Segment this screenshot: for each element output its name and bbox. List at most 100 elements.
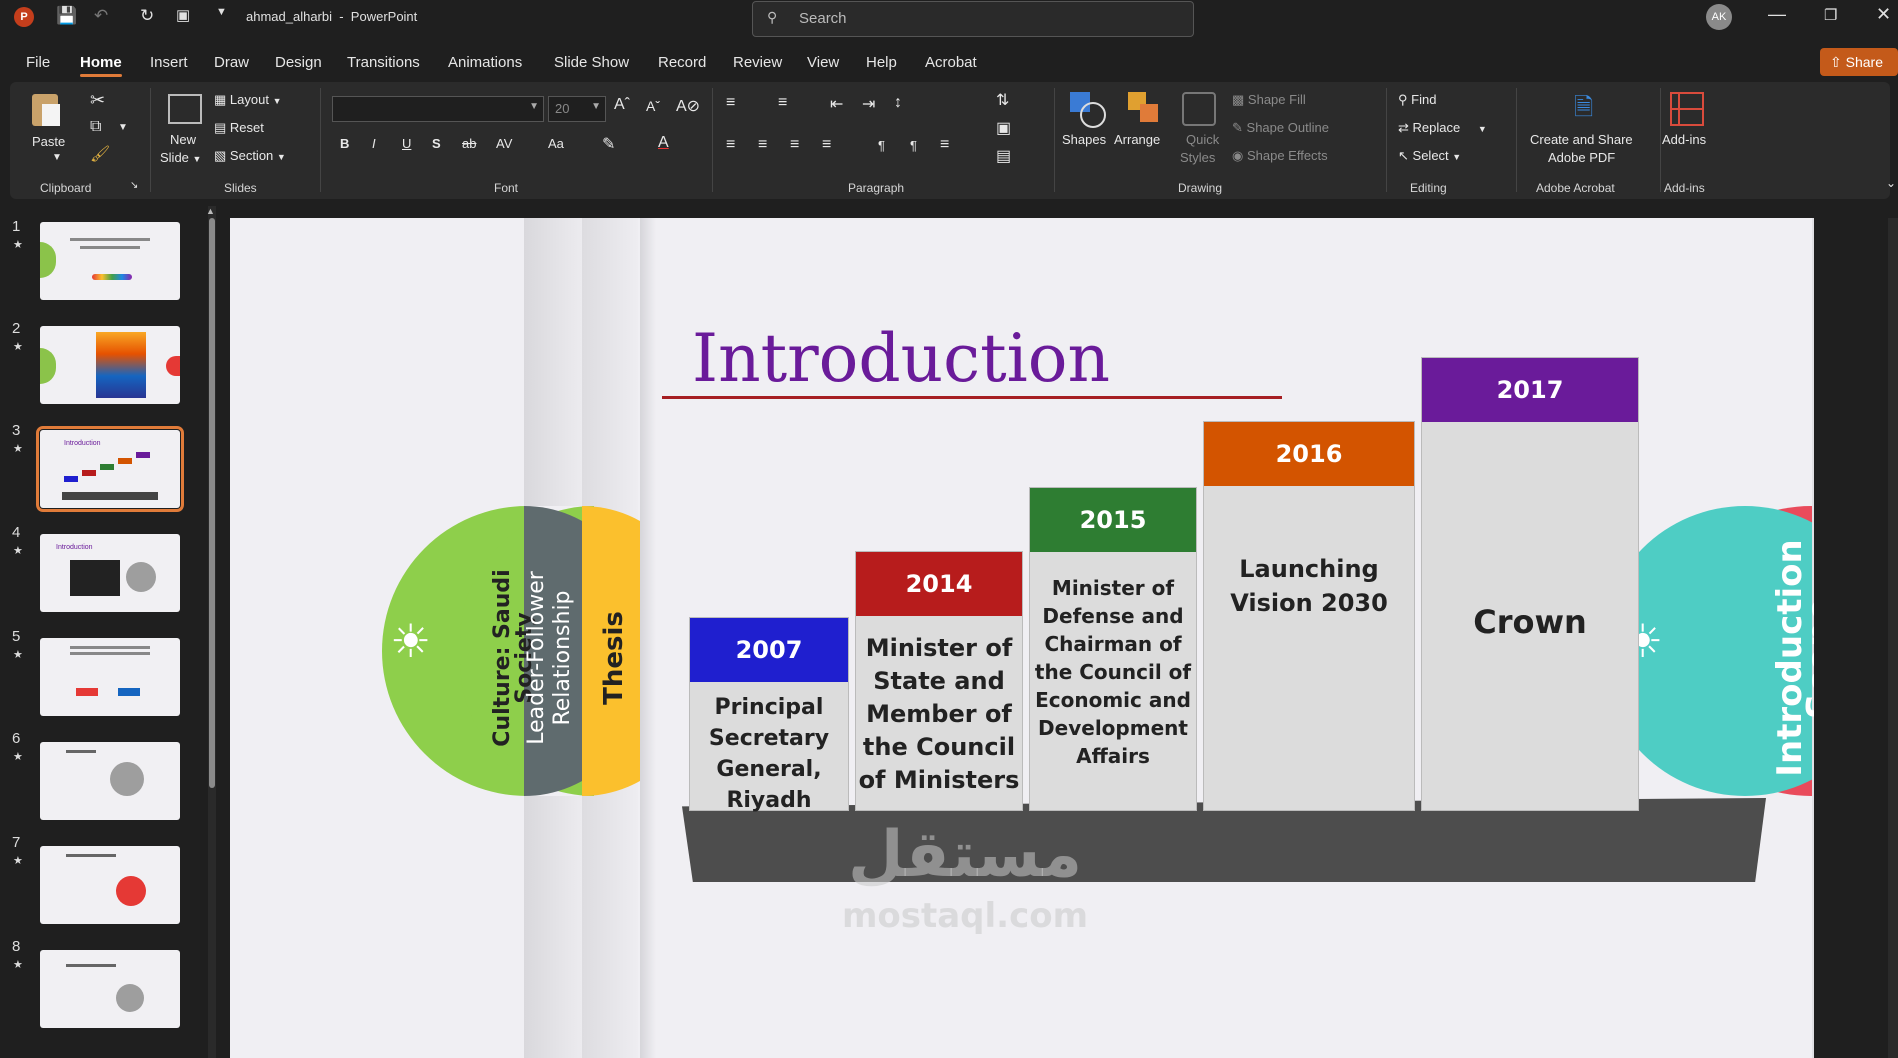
shape-outline-button[interactable]: ✎ Shape Outline [1232, 120, 1329, 136]
line-spacing-icon[interactable]: ↕ [894, 94, 902, 112]
tab-draw[interactable]: Draw [214, 54, 249, 71]
section-button[interactable]: ▧ Section ▼ [214, 148, 286, 164]
reset-button[interactable]: ▤ Reset [214, 120, 264, 136]
ltr-icon[interactable]: ¶ [878, 138, 885, 153]
present-icon[interactable]: ▣ [176, 6, 190, 24]
arrange-button[interactable] [1126, 90, 1164, 128]
select-button[interactable]: ↖ Select ▼ [1398, 148, 1461, 164]
create-pdf-label[interactable]: Create and Share [1530, 132, 1633, 147]
tab-slide-show[interactable]: Slide Show [554, 54, 629, 71]
quick-styles-button[interactable] [1180, 90, 1218, 128]
font-size-box[interactable]: 20 ▼ [548, 96, 606, 122]
smartart-icon[interactable]: ▤ [996, 146, 1011, 166]
slide-thumbnail-4[interactable]: Introduction [40, 534, 180, 612]
char-spacing-icon[interactable]: AV [496, 136, 512, 151]
close-icon[interactable]: ✕ [1876, 4, 1891, 25]
copy-icon[interactable]: ⧉ [90, 118, 101, 136]
align-right-icon[interactable]: ≡ [790, 136, 799, 154]
search-box[interactable]: ⚲ Search [752, 1, 1194, 37]
create-pdf-label-2[interactable]: Adobe PDF [1548, 150, 1615, 165]
bold-icon[interactable]: B [340, 136, 349, 151]
group-add-ins: Add-ins [1664, 181, 1705, 195]
font-name-box[interactable]: ▼ [332, 96, 544, 122]
underline-icon[interactable]: U [402, 136, 411, 151]
slide-thumbnail-8[interactable] [40, 950, 180, 1028]
rtl-icon[interactable]: ¶ [910, 138, 917, 153]
find-button[interactable]: ⚲ Find [1398, 92, 1436, 108]
editor-scrollbar[interactable] [1888, 218, 1898, 1058]
step-2017[interactable]: 2017 Crown [1422, 358, 1638, 810]
new-slide-button[interactable] [164, 88, 204, 128]
clear-formatting-icon[interactable]: A⊘ [676, 96, 700, 116]
slide-thumbnail-1[interactable] [40, 222, 180, 300]
tab-file[interactable]: File [26, 54, 50, 71]
tab-home[interactable]: Home [80, 54, 122, 77]
copy-dropdown-icon[interactable]: ▼ [118, 122, 128, 133]
increase-font-icon[interactable]: Aˆ [614, 96, 630, 114]
tab-view[interactable]: View [807, 54, 839, 71]
save-icon[interactable]: 💾 [56, 6, 77, 26]
collapse-ribbon-icon[interactable]: ⌄ [1886, 176, 1896, 190]
step-2014[interactable]: 2014 Minister of State and Member of the… [856, 552, 1022, 810]
adobe-pdf-icon[interactable]: 🗎 [1574, 90, 1593, 131]
slide-thumbnail-3[interactable]: Introduction [36, 426, 184, 512]
decrease-font-icon[interactable]: Aˇ [646, 98, 660, 114]
slide-canvas[interactable]: ☀ Culture: Saudi Society Leader-Follower… [230, 218, 1820, 1058]
slide-thumbnail-6[interactable] [40, 742, 180, 820]
step-2007[interactable]: 2007 Principal Secretary General, Riyadh [690, 618, 848, 813]
shapes-button[interactable] [1068, 90, 1106, 128]
italic-icon[interactable]: I [372, 136, 376, 151]
justify-icon[interactable]: ≡ [822, 136, 831, 154]
highlighter-icon[interactable]: ✎ [602, 134, 615, 154]
restore-icon[interactable]: ❐ [1824, 6, 1837, 24]
paste-dropdown-icon[interactable]: ▼ [52, 152, 62, 163]
tab-design[interactable]: Design [275, 54, 322, 71]
add-ins-label[interactable]: Add-ins [1662, 132, 1706, 147]
customize-qat-icon[interactable]: ▼ [216, 6, 227, 18]
slide-thumbnail-5[interactable] [40, 638, 180, 716]
cut-icon[interactable]: ✂ [90, 90, 105, 111]
step-2015[interactable]: 2015 Minister of Defense and Chairman of… [1030, 488, 1196, 810]
format-painter-icon[interactable]: 🖌 [90, 144, 110, 164]
align-left-icon[interactable]: ≡ [726, 136, 735, 154]
align-center-icon[interactable]: ≡ [758, 136, 767, 154]
undo-icon[interactable]: ↶ [94, 6, 108, 26]
redo-icon[interactable]: ↻ [140, 6, 154, 26]
tab-record[interactable]: Record [658, 54, 706, 71]
layout-button[interactable]: ▦ Layout ▼ [214, 92, 282, 108]
shadow-icon[interactable]: S [432, 136, 441, 151]
tab-transitions[interactable]: Transitions [347, 54, 420, 71]
tab-acrobat[interactable]: Acrobat [925, 54, 977, 71]
animation-star-icon: ★ [13, 239, 23, 251]
minimize-icon[interactable]: — [1768, 4, 1786, 25]
text-direction-icon[interactable]: ⇅ [996, 90, 1009, 110]
tab-review[interactable]: Review [733, 54, 782, 71]
align-text-icon[interactable]: ▣ [996, 118, 1011, 138]
columns-icon[interactable]: ≡ [940, 136, 949, 154]
scroll-up-icon[interactable]: ▲ [206, 206, 215, 216]
tab-help[interactable]: Help [866, 54, 897, 71]
add-ins-icon[interactable] [1670, 92, 1704, 126]
strikethrough-icon[interactable]: ab [462, 136, 476, 151]
font-color-icon[interactable]: A [658, 134, 669, 152]
numbering-icon[interactable]: ≡ [778, 94, 787, 112]
thumbnail-scrollbar[interactable] [208, 206, 216, 1058]
decrease-indent-icon[interactable]: ⇤ [830, 94, 843, 114]
slide-title[interactable]: Introduction [692, 320, 1110, 397]
replace-button[interactable]: ⇄ Replace ▼ [1398, 120, 1487, 136]
clipboard-launcher-icon[interactable]: ↘ [130, 180, 138, 191]
increase-indent-icon[interactable]: ⇥ [862, 94, 875, 114]
bullets-icon[interactable]: ≡ [726, 94, 735, 112]
tab-animations[interactable]: Animations [448, 54, 522, 71]
scrollbar-thumb[interactable] [209, 218, 215, 788]
change-case-icon[interactable]: Aa [548, 136, 564, 151]
shape-fill-button[interactable]: ▩ Shape Fill [1232, 92, 1306, 108]
slide-thumbnail-2[interactable] [40, 326, 180, 404]
tab-insert[interactable]: Insert [150, 54, 188, 71]
step-2016[interactable]: 2016 Launching Vision 2030 [1204, 422, 1414, 810]
slide-thumbnail-7[interactable] [40, 846, 180, 924]
shape-effects-button[interactable]: ◉ Shape Effects [1232, 148, 1328, 164]
share-button[interactable]: ⇧ Share [1820, 48, 1898, 76]
avatar[interactable]: AK [1706, 4, 1732, 30]
paste-button[interactable] [28, 90, 64, 132]
